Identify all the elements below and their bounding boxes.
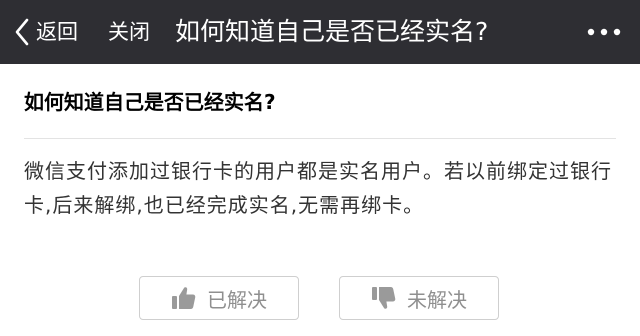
back-label: 返回: [36, 20, 78, 44]
solved-label: 已解决: [207, 287, 267, 312]
close-button[interactable]: 关闭: [108, 12, 150, 52]
faq-card: 如何知道自己是否已经实名? 微信支付添加过银行卡的用户都是实名用户。若以前绑定过…: [0, 64, 640, 336]
top-navigation-bar: 返回 关闭 如何知道自己是否已经实名?: [0, 0, 640, 64]
divider: [24, 138, 616, 139]
chevron-left-icon: [15, 18, 29, 46]
more-dots-icon: [587, 28, 621, 36]
unsolved-label: 未解决: [407, 287, 467, 312]
thumbs-up-icon: [172, 287, 196, 309]
back-button[interactable]: 返回: [14, 12, 78, 52]
page-title: 如何知道自己是否已经实名?: [175, 17, 489, 46]
solved-button[interactable]: 已解决: [139, 276, 299, 320]
question-title: 如何知道自己是否已经实名?: [24, 90, 276, 114]
answer-text: 微信支付添加过银行卡的用户都是实名用户。若以前绑定过银行卡,后来解绑,也已经完成…: [24, 159, 612, 217]
thumbs-down-icon: [372, 287, 396, 309]
more-button[interactable]: [584, 22, 624, 42]
unsolved-button[interactable]: 未解决: [339, 276, 499, 320]
